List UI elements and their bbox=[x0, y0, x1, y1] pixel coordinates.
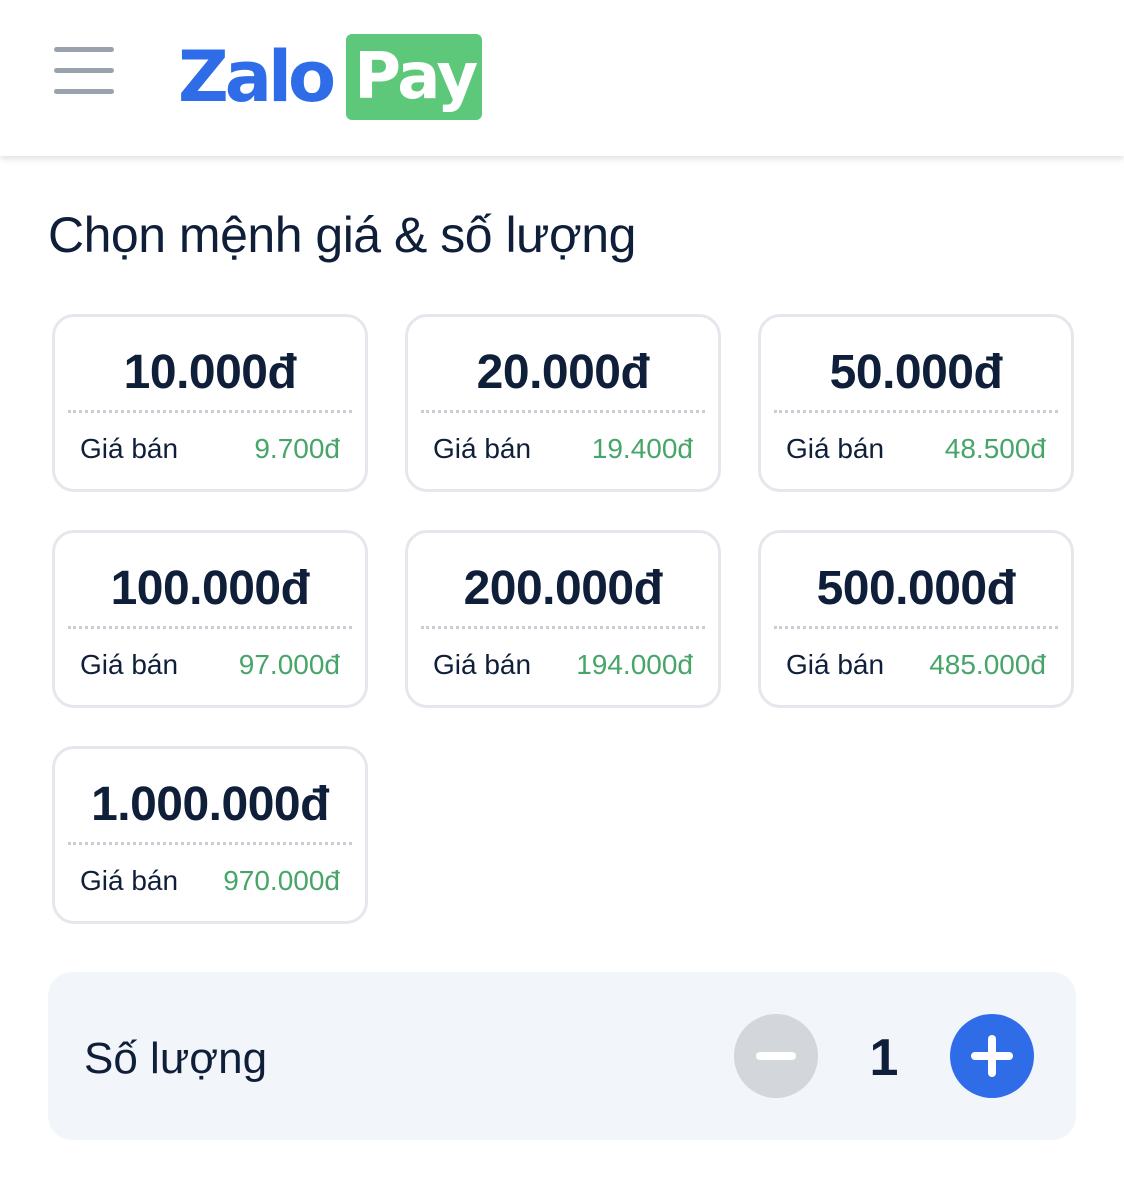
quantity-value: 1 bbox=[869, 1029, 899, 1087]
denomination-value: 10.000đ bbox=[123, 346, 297, 399]
hamburger-menu-icon[interactable] bbox=[52, 44, 116, 100]
logo-pay-badge: Pay bbox=[346, 34, 483, 120]
sale-price-value: 485.000đ bbox=[929, 649, 1046, 680]
sale-price-value: 19.400đ bbox=[591, 433, 693, 464]
denomination-value: 1.000.000đ bbox=[91, 778, 329, 831]
card-divider bbox=[68, 842, 352, 845]
sale-price-value: 97.000đ bbox=[238, 649, 340, 680]
logo-zalo-text: Zalo bbox=[178, 36, 336, 118]
denomination-value: 50.000đ bbox=[829, 346, 1003, 399]
card-divider bbox=[774, 626, 1058, 629]
denomination-card-20000[interactable]: 20.000đ Giá bán 19.400đ bbox=[405, 314, 721, 492]
denomination-value: 20.000đ bbox=[476, 346, 650, 399]
sale-price-label: Giá bán bbox=[433, 433, 532, 464]
zalopay-logo: Zalo Pay bbox=[178, 34, 483, 120]
sale-price-label: Giá bán bbox=[80, 865, 179, 896]
plus-icon[interactable] bbox=[950, 1014, 1034, 1098]
quantity-label: Số lượng bbox=[84, 1034, 268, 1083]
sale-price-value: 9.700đ bbox=[254, 433, 340, 464]
denomination-value: 200.000đ bbox=[463, 562, 663, 615]
sale-price-label: Giá bán bbox=[786, 433, 885, 464]
denomination-card-100000[interactable]: 100.000đ Giá bán 97.000đ bbox=[52, 530, 368, 708]
denomination-value: 500.000đ bbox=[816, 562, 1016, 615]
app-header: Zalo Pay bbox=[0, 0, 1124, 156]
card-divider bbox=[421, 410, 705, 413]
sale-price-label: Giá bán bbox=[80, 433, 179, 464]
quantity-panel: Số lượng 1 bbox=[48, 972, 1076, 1140]
card-divider bbox=[68, 626, 352, 629]
denomination-card-50000[interactable]: 50.000đ Giá bán 48.500đ bbox=[758, 314, 1074, 492]
denomination-card-10000[interactable]: 10.000đ Giá bán 9.700đ bbox=[52, 314, 368, 492]
denomination-value: 100.000đ bbox=[110, 562, 310, 615]
sale-price-value: 48.500đ bbox=[944, 433, 1046, 464]
denomination-card-200000[interactable]: 200.000đ Giá bán 194.000đ bbox=[405, 530, 721, 708]
minus-icon[interactable] bbox=[734, 1014, 818, 1098]
card-divider bbox=[774, 410, 1058, 413]
card-divider bbox=[68, 410, 352, 413]
card-divider bbox=[421, 626, 705, 629]
page-title: Chọn mệnh giá & số lượng bbox=[48, 207, 636, 263]
sale-price-value: 970.000đ bbox=[223, 865, 340, 896]
sale-price-label: Giá bán bbox=[786, 649, 885, 680]
sale-price-label: Giá bán bbox=[433, 649, 532, 680]
denomination-card-1000000[interactable]: 1.000.000đ Giá bán 970.000đ bbox=[52, 746, 368, 924]
sale-price-label: Giá bán bbox=[80, 649, 179, 680]
logo-pay-text: Pay bbox=[354, 40, 478, 114]
sale-price-value: 194.000đ bbox=[576, 649, 693, 680]
denomination-card-500000[interactable]: 500.000đ Giá bán 485.000đ bbox=[758, 530, 1074, 708]
